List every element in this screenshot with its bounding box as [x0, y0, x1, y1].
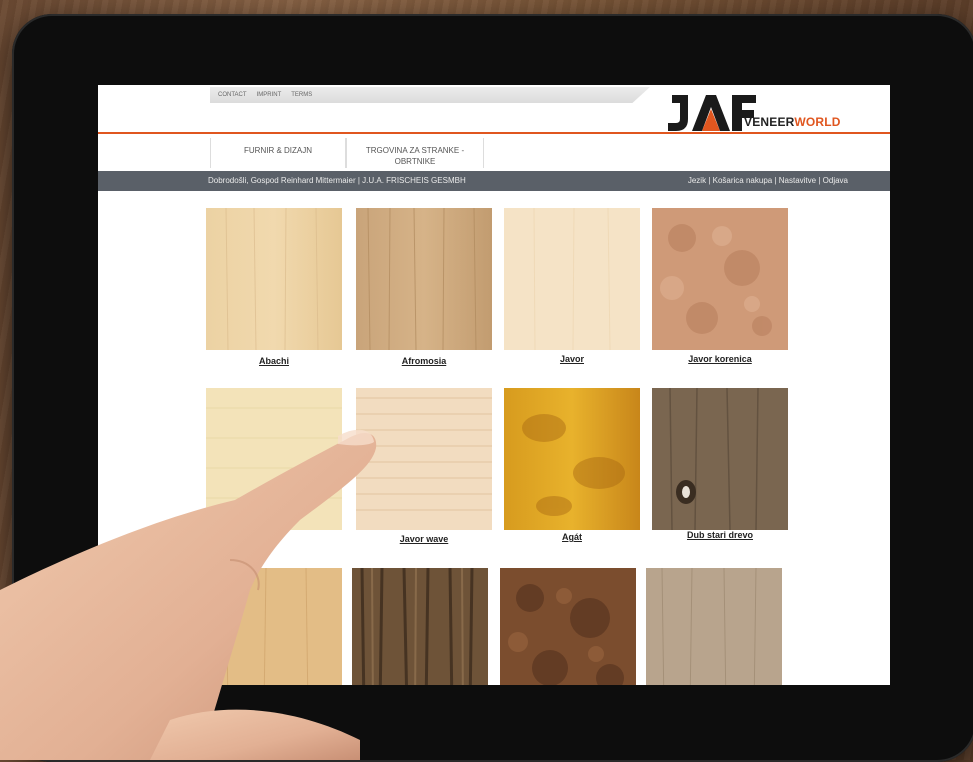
veneer-tile-dub-stari-drevo[interactable]: [652, 388, 788, 530]
site-header: CONTACT IMPRINT TERMS VENEERWORLD: [98, 85, 890, 133]
veneer-label-javor[interactable]: Javor: [492, 354, 652, 364]
veneer-tile-afromosia[interactable]: [356, 208, 492, 350]
veneer-label-abachi[interactable]: Abachi: [194, 356, 354, 366]
veneer-label-afromosia[interactable]: Afromosia: [344, 356, 504, 366]
terms-link[interactable]: TERMS: [291, 92, 312, 98]
veneer-catalog-grid: Abachi Afromosia Javor Javor korenica Ja…: [98, 191, 890, 685]
tablet-screen: CONTACT IMPRINT TERMS VENEERWORLD FURNIR…: [98, 85, 890, 685]
veneer-tile-sicomoro[interactable]: [206, 388, 342, 530]
top-links-bar: CONTACT IMPRINT TERMS: [210, 87, 650, 103]
veneer-tile-light-oak[interactable]: [206, 568, 342, 685]
logout-link[interactable]: Odjava: [823, 176, 848, 185]
veneer-label-javor-wave[interactable]: Javor wave: [344, 534, 504, 544]
veneer-label-agat[interactable]: Agát: [492, 532, 652, 542]
veneer-tile-javor-korenica[interactable]: [652, 208, 788, 350]
veneer-tile-javor-wave[interactable]: [356, 388, 492, 530]
main-menu: FURNIR & DIZAJN TRGOVINA ZA STRANKE - OB…: [98, 134, 890, 171]
welcome-text: Dobrodošli, Gospod Reinhard Mittermaier …: [208, 176, 466, 185]
veneer-tile-burl[interactable]: [500, 568, 636, 685]
menu-item-furnir-dizajn[interactable]: FURNIR & DIZAJN: [210, 138, 346, 168]
user-status-bar: Dobrodošli, Gospod Reinhard Mittermaier …: [98, 171, 890, 191]
veneer-tile-javor[interactable]: [504, 208, 640, 350]
veneer-tile-abachi[interactable]: [206, 208, 342, 350]
veneer-tile-striped-walnut[interactable]: [352, 568, 488, 685]
imprint-link[interactable]: IMPRINT: [257, 92, 282, 98]
language-link[interactable]: Jezik: [688, 176, 706, 185]
user-links: Jezik | Košarica nakupa | Nastavitve | O…: [687, 176, 848, 185]
veneer-label-dub-stari-drevo[interactable]: Dub stari drevo: [640, 530, 800, 540]
veneer-tile-grey-oak[interactable]: [646, 568, 782, 685]
veneer-label-javor-korenica[interactable]: Javor korenica: [640, 354, 800, 364]
logo-wordmark: VENEERWORLD: [744, 115, 841, 129]
contact-link[interactable]: CONTACT: [218, 92, 247, 98]
settings-link[interactable]: Nastavitve: [779, 176, 816, 185]
menu-item-trgovina[interactable]: TRGOVINA ZA STRANKE - OBRTNIKE: [346, 138, 484, 168]
veneer-tile-agat[interactable]: [504, 388, 640, 530]
cart-link[interactable]: Košarica nakupa: [713, 176, 773, 185]
